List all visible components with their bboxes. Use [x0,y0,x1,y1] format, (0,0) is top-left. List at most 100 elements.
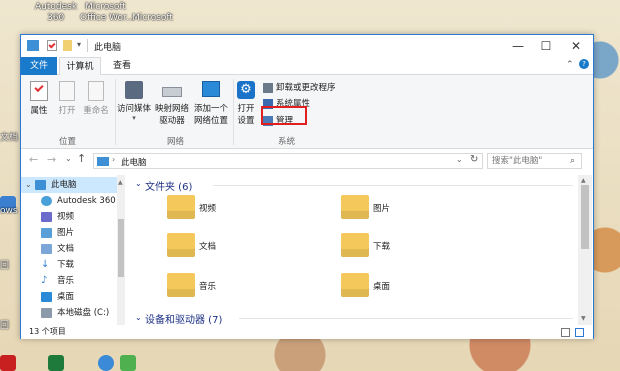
search-icon[interactable]: ⌕ [570,154,575,168]
folder-label[interactable]: 音乐 [199,280,216,292]
scroll-down-icon[interactable]: ▼ [581,315,586,322]
chevron-down-icon[interactable]: ⌄ [25,177,32,193]
access-media-label: 访问媒体 [117,104,152,114]
separator [87,39,88,52]
app-icon[interactable] [98,355,114,371]
add-network-location-button[interactable]: 添加一个 网络位置 [191,81,231,126]
tab-computer[interactable]: 计算机 [59,57,101,76]
monitor-network-icon [202,81,220,97]
nav-item-local-disk-c[interactable]: 本地磁盘 (C:) [21,305,125,321]
desktop-edge-label[interactable]: 文档 [0,130,18,143]
nav-item-music[interactable]: ♪ 音乐 [21,273,125,289]
folder-icon-desktop[interactable] [341,273,369,297]
folder-icon-documents[interactable] [167,233,195,257]
quick-access-dropdown-icon[interactable]: ▾ [77,40,81,49]
open-button[interactable]: 打开 [53,81,81,116]
desktop-edge-label[interactable]: 回 [0,318,9,331]
properties-button[interactable]: 属性 [25,81,53,116]
breadcrumb-path[interactable]: 此电脑 [121,156,147,168]
media-icon [125,81,143,99]
group-divider [213,185,573,186]
address-dropdown-icon[interactable]: ⌄ [456,155,463,164]
nav-item-pictures[interactable]: 图片 [21,225,125,241]
nav-label: 图片 [57,228,75,238]
nav-label: 桌面 [57,292,75,302]
nav-item-desktop[interactable]: 桌面 [21,289,125,305]
desktop-icon-label[interactable]: Autodesk [35,2,77,12]
address-input[interactable]: › 此电脑 ⌄ ↻ [93,153,483,169]
address-bar-row: ← → ⌄ ↑ › 此电脑 ⌄ ↻ 搜索"此电脑" ⌕ [21,149,593,171]
excel-icon[interactable] [48,355,64,371]
nav-item-this-pc[interactable]: ⌄ 此电脑 [21,177,125,193]
nav-label: Autodesk 360 [57,196,116,206]
ribbon: 属性 打开 重命名 位置 访问媒体 ▾ 映射网络 驱动器 添加一个 网络位置 网… [21,75,593,149]
desktop-icon-label[interactable]: Microsoft [85,2,126,12]
search-input[interactable]: 搜索"此电脑" ⌕ [487,153,582,169]
group-header-devices[interactable]: 设备和驱动器 (7) [145,311,222,326]
tab-file[interactable]: 文件 [21,57,57,75]
content-scrollbar[interactable]: ▲ ▼ [578,175,592,325]
nav-item-autodesk[interactable]: Autodesk 360 [21,193,125,209]
folder-label[interactable]: 文档 [199,240,216,252]
folder-label[interactable]: 图片 [373,202,390,214]
content-scroll-thumb[interactable] [581,185,589,249]
up-arrow-icon[interactable]: ↑ [77,152,86,165]
network-drive-icon [162,87,182,97]
chevron-up-icon[interactable]: ⌃ [566,60,574,70]
tab-view[interactable]: 查看 [107,57,137,75]
folder-label[interactable]: 桌面 [373,280,390,292]
download-arrow-icon: ↓ [41,259,50,270]
back-arrow-icon[interactable]: ← [29,153,38,166]
properties-quick-icon[interactable] [47,40,57,51]
nav-item-downloads[interactable]: ↓ 下载 [21,257,125,273]
map-network-drive-button[interactable]: 映射网络 驱动器 [153,81,191,126]
desktop-edge-label[interactable]: 回 [0,258,9,271]
group-header-folders[interactable]: 文件夹 (6) [145,178,192,193]
close-button[interactable]: ✕ [561,35,591,57]
scroll-up-icon[interactable]: ▲ [118,179,123,186]
scroll-up-icon[interactable]: ▲ [581,177,586,184]
breadcrumb-chevron-icon[interactable]: › [112,155,115,164]
computer-icon[interactable] [27,40,39,51]
nav-item-documents[interactable]: 文档 [21,241,125,257]
nav-item-videos[interactable]: 视频 [21,209,125,225]
folder-icon-downloads[interactable] [341,233,369,257]
folder-label[interactable]: 视频 [199,202,216,214]
desktop-icon-label[interactable]: 360 [47,13,64,23]
nav-scroll-thumb[interactable] [118,219,124,277]
maximize-button[interactable]: ☐ [531,35,561,57]
app-icon[interactable] [0,355,16,371]
uninstall-program-button[interactable]: 卸载或更改程序 [263,81,336,93]
app-icon[interactable] [120,355,136,371]
nav-scrollbar[interactable]: ▲ [117,175,125,325]
minimize-button[interactable]: — [503,35,533,57]
item-count: 13 个项目 [29,327,66,336]
open-settings-button[interactable]: ⚙ 打开 设置 [235,81,257,126]
open-settings-label-2: 设置 [237,116,255,126]
collapse-chevron-icon[interactable]: ⌄ [135,313,142,322]
folder-label[interactable]: 下载 [373,240,390,252]
folder-icon-pictures[interactable] [341,195,369,219]
recent-chevron-icon[interactable]: ⌄ [65,154,72,163]
folder-icon-video[interactable] [167,195,195,219]
forward-arrow-icon[interactable]: → [47,153,56,166]
map-drive-label: 映射网络 [154,104,189,114]
desktop-icon-label[interactable]: Office Wor... [80,13,134,23]
properties-icon [30,81,48,101]
details-view-icon[interactable] [561,328,570,337]
add-location-label: 添加一个 [193,104,228,114]
desktop-edge-label[interactable]: ows [0,206,18,216]
navigation-pane: ⌄ 此电脑 Autodesk 360 视频 图片 文档 ↓ 下载 ♪ 音乐 桌面… [21,175,127,325]
open-icon [59,81,75,101]
help-icon[interactable]: ? [579,59,589,69]
new-folder-quick-icon[interactable] [63,40,72,51]
desktop-icon-label[interactable]: Microsoft [132,13,173,23]
large-icons-view-icon[interactable] [575,328,584,337]
search-placeholder: 搜索"此电脑" [492,156,543,166]
access-media-button[interactable]: 访问媒体 ▾ [117,81,151,122]
folder-icon-music[interactable] [167,273,195,297]
refresh-icon[interactable]: ↻ [470,154,478,165]
rename-button[interactable]: 重命名 [81,81,111,116]
nav-label: 视频 [57,212,75,222]
collapse-chevron-icon[interactable]: ⌄ [135,179,142,188]
